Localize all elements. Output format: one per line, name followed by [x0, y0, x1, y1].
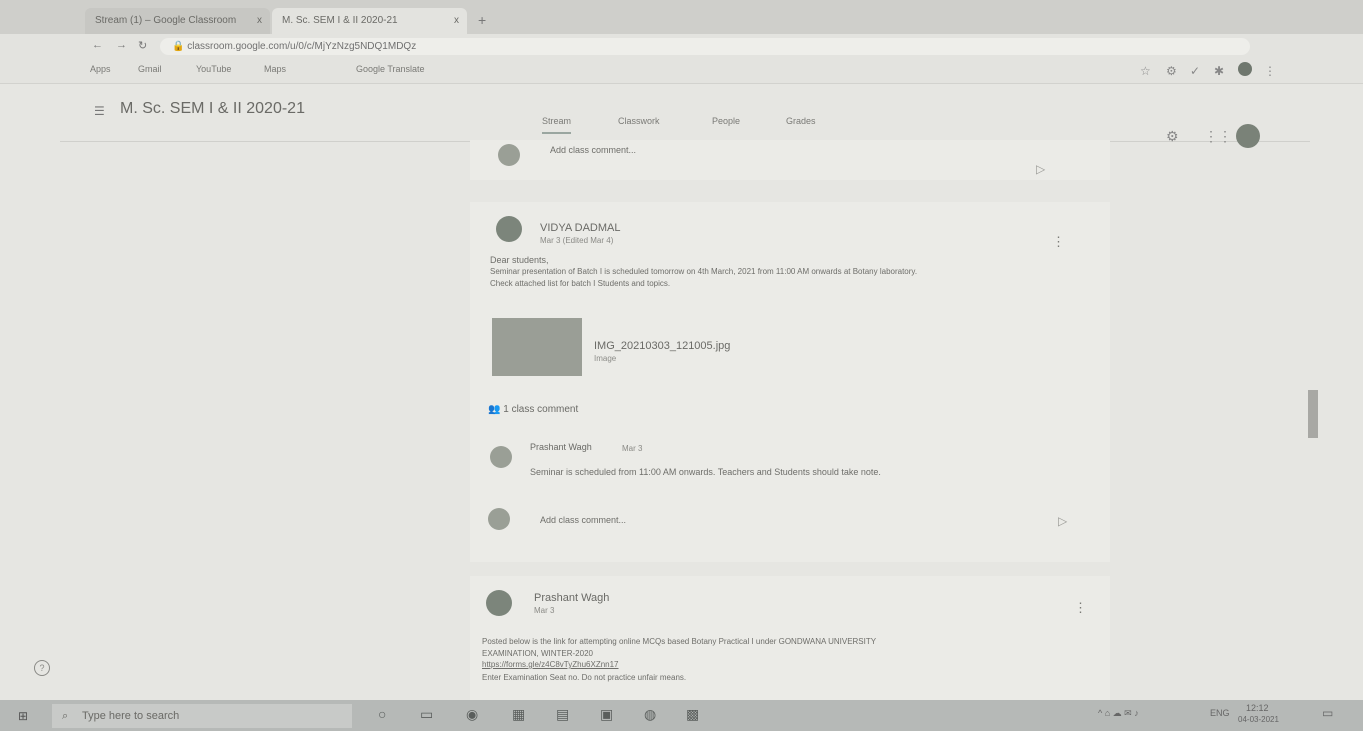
- avatar: [486, 590, 512, 616]
- account-avatar[interactable]: [1236, 124, 1260, 148]
- avatar: [488, 508, 510, 530]
- bookmark-translate[interactable]: Google Translate: [356, 64, 425, 74]
- browser-tab-bar: Stream (1) – Google Classroom x M. Sc. S…: [0, 0, 1363, 34]
- post-date: Mar 3: [534, 606, 555, 615]
- browser-tab-1[interactable]: Stream (1) – Google Classroom x: [85, 8, 270, 34]
- page-scrollbar-thumb[interactable]: [1308, 390, 1318, 438]
- taskbar: ⊞ ⌕ Type here to search ○ ▭ ◉ ▦ ▤ ▣ ◍ ▩ …: [0, 700, 1363, 731]
- post-body-line: Posted below is the link for attempting …: [482, 637, 877, 646]
- class-comments-link[interactable]: 👥 1 class comment: [488, 404, 578, 415]
- address-bar-row: ← → ↻ 🔒 classroom.google.com/u/0/c/MjYzN…: [0, 34, 1363, 58]
- post-greeting: Dear students,: [490, 255, 549, 265]
- tab-classwork[interactable]: Classwork: [618, 116, 660, 126]
- post-author: Prashant Wagh: [534, 592, 610, 604]
- bookmarks-bar: Apps Gmail YouTube Maps Google Translate…: [0, 58, 1363, 84]
- taskbar-search-input[interactable]: ⌕ Type here to search: [52, 704, 352, 728]
- task-view-icon[interactable]: ▭: [420, 706, 433, 723]
- class-title[interactable]: M. Sc. SEM I & II 2020-21: [120, 100, 305, 118]
- url-text: classroom.google.com/u/0/c/MjYzNzg5NDQ1M…: [187, 41, 417, 52]
- bookmark-maps[interactable]: Maps: [264, 64, 286, 74]
- top-comment-row: Add class comment... ▷: [470, 140, 1110, 180]
- post-author: VIDYA DADMAL: [540, 222, 621, 234]
- url-field[interactable]: 🔒 classroom.google.com/u/0/c/MjYzNzg5NDQ…: [160, 38, 1250, 55]
- search-icon: ⌕: [62, 710, 69, 722]
- post-body-line: Check attached list for batch I Students…: [490, 279, 671, 288]
- browser-tab-label: Stream (1) – Google Classroom: [95, 15, 237, 26]
- avatar: [496, 216, 522, 242]
- stream-feed: Add class comment... ▷ VIDYA DADMAL Mar …: [470, 140, 1110, 700]
- store-icon[interactable]: ▦: [512, 706, 525, 723]
- browser-tab-2[interactable]: M. Sc. SEM I & II 2020-21 x: [272, 8, 467, 34]
- post-body-line: Enter Examination Seat no. Do not practi…: [482, 673, 687, 682]
- profile-avatar[interactable]: [1238, 62, 1252, 76]
- tray-time[interactable]: 12:12: [1246, 703, 1269, 713]
- post-link[interactable]: https://forms.gle/z4C8vTyZhu6XZnn17: [482, 660, 619, 669]
- avatar: [498, 144, 520, 166]
- comment-text: Seminar is scheduled from 11:00 AM onwar…: [530, 467, 881, 477]
- class-comments-count: 1 class comment: [503, 404, 579, 415]
- extension-icon[interactable]: ⚙: [1166, 64, 1177, 78]
- tab-stream[interactable]: Stream: [542, 116, 572, 134]
- close-icon[interactable]: x: [454, 8, 459, 34]
- settings-gear-icon[interactable]: ⚙: [1166, 128, 1179, 145]
- search-placeholder: Type here to search: [82, 710, 180, 722]
- desktop-screen: Stream (1) – Google Classroom x M. Sc. S…: [0, 0, 1363, 731]
- send-icon[interactable]: ▷: [1036, 162, 1045, 176]
- cortana-icon[interactable]: ○: [378, 706, 386, 722]
- puzzle-icon[interactable]: ✱: [1214, 64, 1224, 78]
- app-icon[interactable]: ▩: [686, 706, 699, 723]
- forward-icon[interactable]: →: [116, 39, 127, 51]
- edge-icon[interactable]: ◉: [466, 706, 478, 723]
- lock-icon: 🔒: [172, 41, 188, 52]
- close-icon[interactable]: x: [257, 8, 262, 34]
- tray-language[interactable]: ENG: [1210, 708, 1230, 718]
- tab-people[interactable]: People: [712, 116, 740, 126]
- post-date: Mar 3 (Edited Mar 4): [540, 236, 614, 245]
- star-icon[interactable]: ☆: [1140, 64, 1151, 78]
- file-explorer-icon[interactable]: ▤: [556, 706, 569, 723]
- post-card: VIDYA DADMAL Mar 3 (Edited Mar 4) ⋮ Dear…: [470, 202, 1110, 562]
- reload-icon[interactable]: ↻: [138, 39, 147, 52]
- post-body-line: EXAMINATION, WINTER-2020: [482, 649, 593, 658]
- classroom-header: ☰ M. Sc. SEM I & II 2020-21 Stream Class…: [60, 92, 1310, 148]
- comment-author: Prashant Wagh: [530, 442, 592, 452]
- comment-input[interactable]: Add class comment...: [540, 514, 626, 526]
- browser-tab-label: M. Sc. SEM I & II 2020-21: [282, 15, 398, 26]
- post-options-icon[interactable]: ⋮: [1052, 234, 1065, 250]
- bookmark-youtube[interactable]: YouTube: [196, 64, 231, 74]
- attachment-thumbnail[interactable]: [492, 318, 582, 376]
- post-options-icon[interactable]: ⋮: [1074, 600, 1087, 616]
- tray-icons[interactable]: ^ ⌂ ☁ ✉ ♪: [1098, 708, 1139, 719]
- new-tab-button[interactable]: +: [478, 12, 486, 28]
- app-icon[interactable]: ▣: [600, 706, 613, 723]
- windows-start-icon[interactable]: ⊞: [18, 709, 28, 723]
- avatar: [490, 446, 512, 468]
- tab-grades[interactable]: Grades: [786, 116, 816, 126]
- tray-date[interactable]: 04-03-2021: [1238, 715, 1279, 724]
- bookmark-gmail[interactable]: Gmail: [138, 64, 162, 74]
- post-card: Prashant Wagh Mar 3 ⋮ Posted below is th…: [470, 576, 1110, 700]
- bookmark-apps[interactable]: Apps: [90, 64, 111, 74]
- back-icon[interactable]: ←: [92, 39, 103, 51]
- post-body-line: Seminar presentation of Batch I is sched…: [490, 267, 918, 276]
- send-icon[interactable]: ▷: [1058, 514, 1067, 528]
- menu-dots-icon[interactable]: ⋮: [1264, 64, 1276, 78]
- comment-input[interactable]: Add class comment...: [550, 144, 636, 156]
- people-icon: 👥: [488, 404, 504, 415]
- attachment-name[interactable]: IMG_20210303_121005.jpg: [594, 340, 730, 352]
- chrome-icon[interactable]: ◍: [644, 706, 656, 723]
- apps-grid-icon[interactable]: ⋮⋮: [1204, 128, 1232, 145]
- help-icon[interactable]: ?: [34, 660, 50, 676]
- notification-icon[interactable]: ▭: [1322, 706, 1333, 720]
- check-icon[interactable]: ✓: [1190, 64, 1200, 78]
- comment-date: Mar 3: [622, 444, 643, 453]
- hamburger-menu-icon[interactable]: ☰: [94, 104, 105, 118]
- attachment-type: Image: [594, 354, 617, 363]
